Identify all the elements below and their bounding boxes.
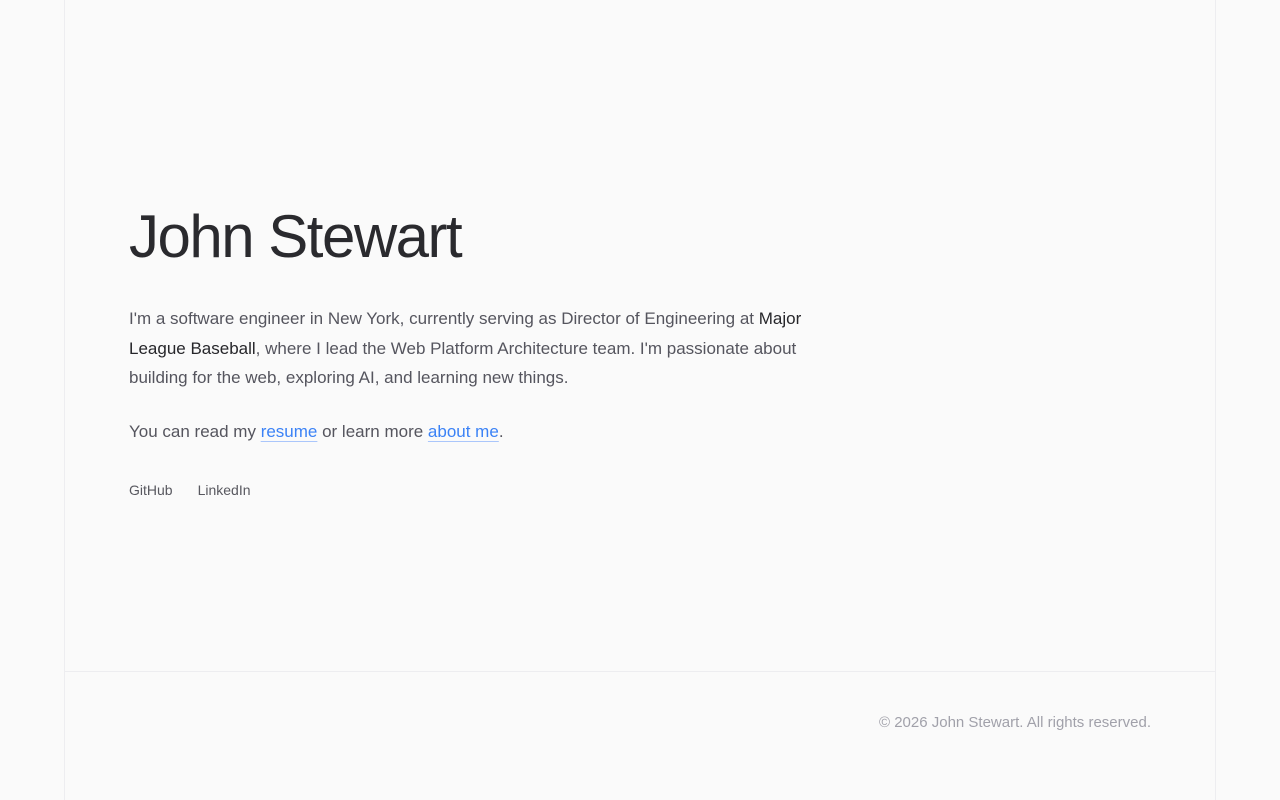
links-paragraph: You can read my resume or learn more abo…	[129, 417, 805, 447]
main-content: John Stewart I'm a software engineer in …	[65, 0, 1215, 672]
intro-paragraph: I'm a software engineer in New York, cur…	[129, 304, 805, 393]
links-sentence-part1: You can read my	[129, 421, 261, 441]
linkedin-link[interactable]: LinkedIn	[198, 482, 251, 498]
resume-link[interactable]: resume	[261, 422, 318, 441]
social-links-row: GitHub LinkedIn	[129, 482, 1151, 498]
links-sentence-part3: .	[498, 421, 504, 441]
intro-text-before-org: I'm a software engineer in New York, cur…	[129, 309, 759, 328]
github-link[interactable]: GitHub	[129, 482, 173, 498]
page-title: John Stewart	[129, 203, 463, 270]
page-column: John Stewart I'm a software engineer in …	[64, 0, 1216, 800]
copyright-text: © 2026 John Stewart. All rights reserved…	[878, 714, 1151, 731]
links-sentence-part2: or learn more	[317, 421, 428, 441]
page-footer: © 2026 John Stewart. All rights reserved…	[65, 672, 1215, 799]
about-me-link[interactable]: about me	[428, 422, 499, 441]
